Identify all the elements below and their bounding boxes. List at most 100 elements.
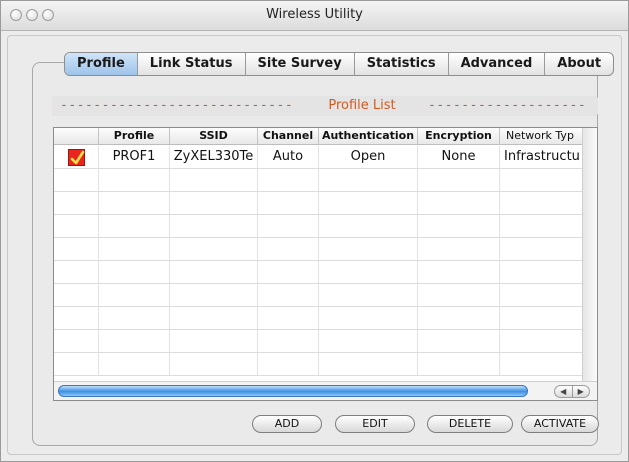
add-button[interactable]: ADD [252,415,322,433]
authentication-cell: Open [319,146,418,168]
encryption-cell: None [418,146,500,168]
table-cell [99,261,170,283]
table-cell [418,169,500,191]
checkmark-icon [67,149,85,166]
profile-cell: PROF1 [99,146,170,168]
channel-cell: Auto [258,146,319,168]
tab-site-survey[interactable]: Site Survey [246,53,355,75]
table-row[interactable] [54,215,582,238]
column-header-authentication[interactable]: Authentication [319,128,418,144]
column-header-profile[interactable]: Profile [99,128,170,144]
table-cell [258,238,319,260]
table-row[interactable] [54,284,582,307]
table-cell [319,261,418,283]
profile-table: Profile SSID Channel Authentication Encr… [53,127,598,401]
table-cell [319,307,418,329]
active-status-cell [54,146,99,168]
column-header-channel[interactable]: Channel [258,128,319,144]
table-row[interactable] [54,330,582,353]
table-cell [258,330,319,352]
table-cell [500,192,582,214]
table-cell [54,330,99,352]
table-cell [319,192,418,214]
table-cell [99,307,170,329]
table-cell [99,238,170,260]
table-cell [418,353,500,375]
column-header-network-type[interactable]: Network Typ [500,128,582,144]
table-cell [54,169,99,191]
table-row[interactable] [54,307,582,330]
column-header-ssid[interactable]: SSID [170,128,258,144]
horizontal-scroll-thumb[interactable] [58,385,528,397]
edit-button[interactable]: EDIT [335,415,415,433]
table-cell [170,353,258,375]
delete-button[interactable]: DELETE [427,415,513,433]
table-row[interactable] [54,353,582,376]
table-cell [54,261,99,283]
ssid-cell: ZyXEL330Te [170,146,258,168]
table-cell [258,353,319,375]
table-cell [258,284,319,306]
scroll-right-icon[interactable]: ▶ [573,386,590,397]
table-cell [500,284,582,306]
table-cell [170,284,258,306]
table-cell [258,307,319,329]
column-header-encryption[interactable]: Encryption [418,128,500,144]
table-row[interactable] [54,261,582,284]
section-divider-right: ---------------------------- [428,98,588,113]
table-cell [170,169,258,191]
horizontal-scrollbar[interactable]: ◀ ▶ [54,381,597,400]
tab-profile[interactable]: Profile [65,53,138,75]
table-cell [99,284,170,306]
activate-button[interactable]: ACTIVATE [521,415,599,433]
table-cell [418,261,500,283]
table-cell [418,192,500,214]
table-cell [54,307,99,329]
table-cell [54,192,99,214]
table-cell [170,192,258,214]
table-cell [99,353,170,375]
window-title: Wireless Utility [266,7,363,22]
scroll-left-icon[interactable]: ◀ [555,386,573,397]
column-header-status[interactable] [54,128,99,144]
table-cell [99,192,170,214]
table-cell [54,284,99,306]
section-divider-left: ---------------------------- [60,98,294,113]
table-header: Profile SSID Channel Authentication Encr… [54,128,582,145]
title-bar: Wireless Utility [1,1,628,31]
scroll-arrows: ◀ ▶ [554,385,590,398]
table-row[interactable]: PROF1 ZyXEL330Te Auto Open None Infrastr… [54,146,582,169]
table-cell [54,238,99,260]
table-row[interactable] [54,169,582,192]
table-cell [170,215,258,237]
table-cell [418,284,500,306]
table-cell [500,169,582,191]
table-body: PROF1 ZyXEL330Te Auto Open None Infrastr… [54,146,582,376]
table-cell [170,330,258,352]
table-cell [500,307,582,329]
tab-bar: Profile Link Status Site Survey Statisti… [64,52,615,76]
tab-link-status[interactable]: Link Status [138,53,246,75]
table-cell [258,192,319,214]
table-cell [500,261,582,283]
tab-about[interactable]: About [545,53,613,75]
table-cell [418,307,500,329]
network-type-cell: Infrastructu [504,149,580,164]
table-row[interactable] [54,192,582,215]
table-cell [170,307,258,329]
vertical-scrollbar[interactable] [582,128,597,381]
table-cell [319,215,418,237]
table-cell [500,330,582,352]
table-cell [54,353,99,375]
table-cell [170,238,258,260]
profile-list-header: ---------------------------- Profile Lis… [52,96,598,116]
table-cell [418,238,500,260]
table-cell [170,261,258,283]
wireless-utility-window: Wireless Utility Profile Link Status Sit… [0,0,629,462]
table-cell [99,215,170,237]
main-panel: Profile Link Status Site Survey Statisti… [7,35,622,455]
tab-statistics[interactable]: Statistics [355,53,449,75]
tab-advanced[interactable]: Advanced [449,53,546,75]
table-row[interactable] [54,238,582,261]
table-cell [319,169,418,191]
